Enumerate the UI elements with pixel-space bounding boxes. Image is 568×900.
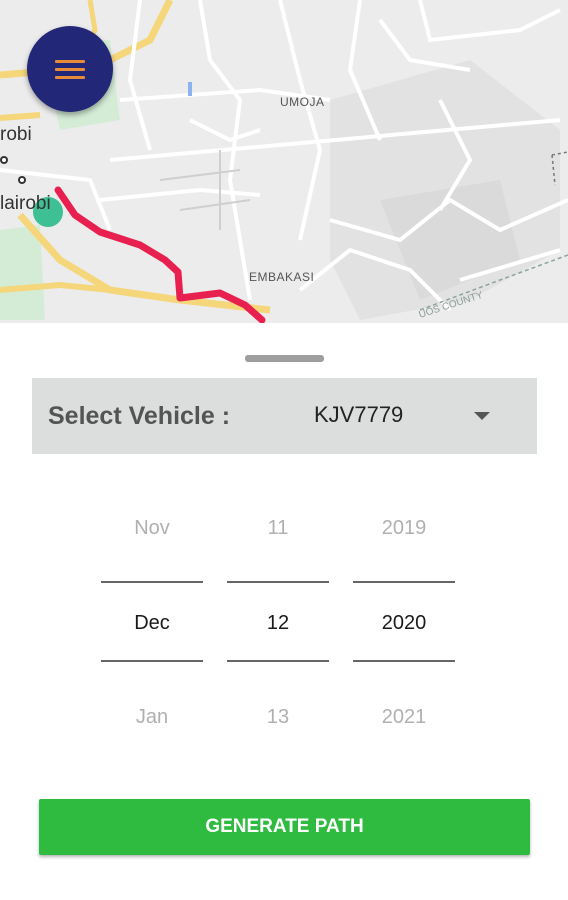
vehicle-label: Select Vehicle :: [48, 402, 231, 430]
drag-handle[interactable]: [245, 355, 324, 362]
day-divider-bottom: [227, 660, 329, 662]
month-next[interactable]: Jan: [101, 706, 203, 729]
year-next[interactable]: 2021: [353, 706, 455, 729]
month-divider-bottom: [101, 660, 203, 662]
month-prev[interactable]: Nov: [101, 517, 203, 540]
city-label-top: robi: [0, 124, 32, 145]
day-picker[interactable]: 11 12 13: [227, 490, 329, 750]
day-next[interactable]: 13: [227, 706, 329, 729]
bottom-sheet: Select Vehicle : KJV7779 Nov Dec Jan 11 …: [0, 323, 568, 900]
caret-down-icon[interactable]: [474, 412, 490, 420]
year-prev[interactable]: 2019: [353, 517, 455, 540]
month-picker[interactable]: Nov Dec Jan: [101, 490, 203, 750]
day-prev[interactable]: 11: [227, 517, 329, 540]
map-view[interactable]: UOS COUNTY UMOJA EMBAKASI robi lairobi: [0, 0, 568, 323]
year-divider-top: [353, 581, 455, 583]
hamburger-menu-icon: [55, 59, 85, 79]
embakasi-label: EMBAKASI: [249, 270, 315, 284]
city-label-bottom: lairobi: [0, 193, 51, 214]
vehicle-selector[interactable]: Select Vehicle : KJV7779: [32, 378, 537, 454]
menu-button[interactable]: [27, 26, 113, 112]
day-selected[interactable]: 12: [227, 612, 329, 635]
month-selected[interactable]: Dec: [101, 612, 203, 635]
year-selected[interactable]: 2020: [353, 612, 455, 635]
year-picker[interactable]: 2019 2020 2021: [353, 490, 455, 750]
vehicle-value[interactable]: KJV7779: [314, 402, 403, 428]
generate-path-button[interactable]: GENERATE PATH: [39, 799, 530, 855]
month-divider-top: [101, 581, 203, 583]
year-divider-bottom: [353, 660, 455, 662]
umoja-label: UMOJA: [280, 95, 325, 109]
day-divider-top: [227, 581, 329, 583]
